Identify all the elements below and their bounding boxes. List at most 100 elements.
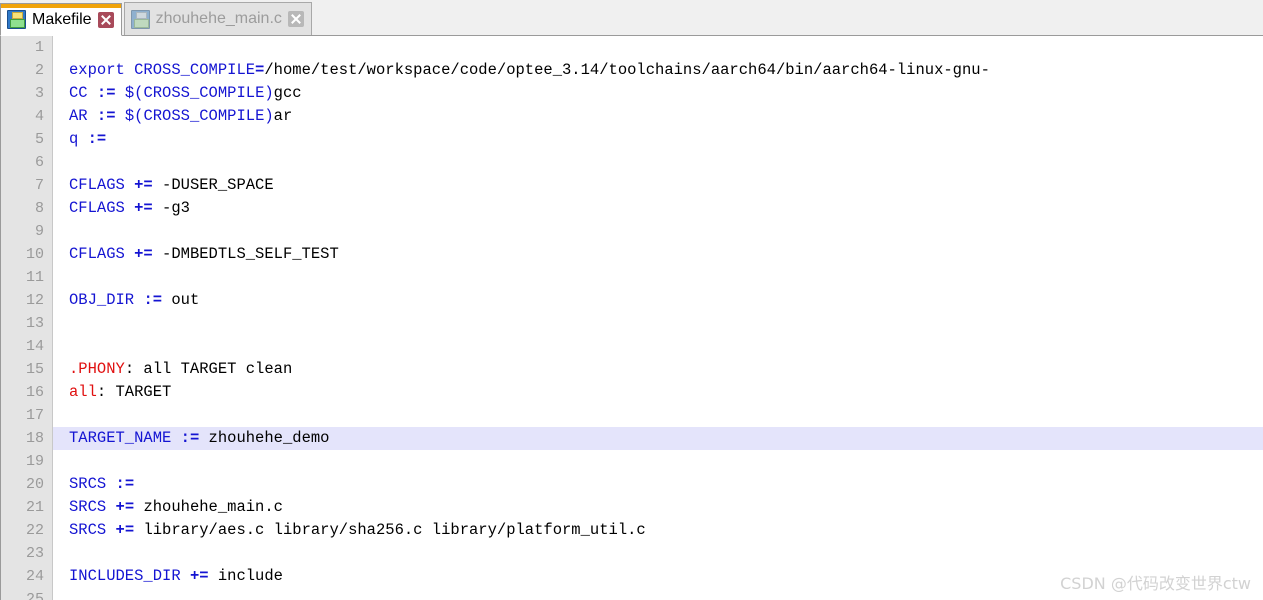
code-line-text[interactable]: CFLAGS += -DMBEDTLS_SELF_TEST: [53, 243, 1263, 266]
code-editor[interactable]: 1 2 export CROSS_COMPILE=/home/test/worksp…: [0, 36, 1263, 600]
line-number: 4: [1, 105, 53, 128]
code-line-text[interactable]: .PHONY: all TARGET clean: [53, 358, 1263, 381]
code-line-text[interactable]: OBJ_DIR := out: [53, 289, 1263, 312]
tab-label: Makefile: [32, 10, 92, 28]
code-line[interactable]: 21 SRCS += zhouhehe_main.c: [1, 496, 1263, 519]
code-line[interactable]: 10 CFLAGS += -DMBEDTLS_SELF_TEST: [1, 243, 1263, 266]
code-line-text[interactable]: all: TARGET: [53, 381, 1263, 404]
code-line[interactable]: 16 all: TARGET: [1, 381, 1263, 404]
code-line[interactable]: 22 SRCS += library/aes.c library/sha256.c…: [1, 519, 1263, 542]
code-line[interactable]: 24 INCLUDES_DIR += include: [1, 565, 1263, 588]
code-token: +=: [115, 498, 135, 516]
code-token: export: [69, 61, 125, 79]
code-line[interactable]: 8 CFLAGS += -g3: [1, 197, 1263, 220]
code-line[interactable]: 17: [1, 404, 1263, 427]
tab-label: zhouhehe_main.c: [155, 10, 282, 27]
code-token: +=: [134, 176, 153, 194]
code-line-text[interactable]: INCLUDES_DIR += include: [53, 565, 1263, 588]
code-line-text[interactable]: q :=: [53, 128, 1263, 151]
line-number: 25: [1, 588, 53, 600]
code-line[interactable]: 11: [1, 266, 1263, 289]
code-line[interactable]: 20 SRCS :=: [1, 473, 1263, 496]
code-lines-container[interactable]: 1 2 export CROSS_COMPILE=/home/test/worksp…: [1, 36, 1263, 600]
code-token: +=: [134, 245, 153, 263]
code-token: OBJ_DIR: [69, 291, 135, 309]
code-token: -DUSER_SPACE: [152, 176, 274, 194]
code-token: +=: [115, 521, 135, 539]
code-line[interactable]: 19: [1, 450, 1263, 473]
line-number: 20: [1, 473, 53, 496]
floppy-shutter: [135, 11, 147, 19]
tab-inactive-1[interactable]: zhouhehe_main.c: [123, 2, 312, 35]
line-number: 17: [1, 404, 53, 427]
code-line[interactable]: 12 OBJ_DIR := out: [1, 289, 1263, 312]
code-token: CROSS_COMPILE: [134, 61, 256, 79]
line-number: 6: [1, 151, 53, 174]
code-line-text[interactable]: SRCS :=: [53, 473, 1263, 496]
code-token: AR: [69, 107, 88, 125]
code-token: +=: [189, 567, 209, 585]
code-line[interactable]: 6: [1, 151, 1263, 174]
code-line[interactable]: 4 AR := $(CROSS_COMPILE)ar: [1, 105, 1263, 128]
code-line[interactable]: 23: [1, 542, 1263, 565]
line-number: 24: [1, 565, 53, 588]
code-line-text[interactable]: TARGET_NAME := zhouhehe_demo: [53, 427, 1263, 450]
code-token: :=: [180, 429, 200, 447]
close-icon[interactable]: [97, 11, 114, 28]
code-line[interactable]: 13: [1, 312, 1263, 335]
code-line-text[interactable]: CFLAGS += -DUSER_SPACE: [53, 174, 1263, 197]
floppy-label: [10, 19, 25, 28]
close-icon[interactable]: [287, 11, 304, 27]
code-token: :=: [87, 130, 107, 148]
code-token: :=: [96, 84, 116, 102]
code-line-text[interactable]: CFLAGS += -g3: [53, 197, 1263, 220]
code-line[interactable]: 5q :=: [1, 128, 1263, 151]
code-token: zhouhehe_main.c: [134, 498, 283, 516]
code-line[interactable]: 14: [1, 335, 1263, 358]
code-token: +=: [134, 199, 153, 217]
code-token: include: [208, 567, 283, 585]
tab-active-0[interactable]: Makefile: [0, 3, 122, 36]
code-line[interactable]: 2 export CROSS_COMPILE=/home/test/workspa…: [1, 59, 1263, 82]
code-token: -g3: [152, 199, 190, 217]
code-line-text[interactable]: export CROSS_COMPILE=/home/test/workspac…: [53, 59, 1263, 82]
code-token: $(CROSS_COMPILE): [124, 84, 274, 102]
code-line-text[interactable]: SRCS += zhouhehe_main.c: [53, 496, 1263, 519]
code-line[interactable]: 18 TARGET_NAME := zhouhehe_demo: [1, 427, 1263, 450]
code-token: library/aes.c library/sha256.c library/p…: [134, 521, 646, 539]
code-line[interactable]: 3 CC := $(CROSS_COMPILE)gcc: [1, 82, 1263, 105]
code-line[interactable]: 25: [1, 588, 1263, 600]
floppy-shutter: [12, 12, 23, 19]
code-token: TARGET_NAME: [69, 429, 172, 447]
code-token: =: [255, 61, 265, 79]
line-number: 14: [1, 335, 53, 358]
code-token: INCLUDES_DIR: [69, 567, 181, 585]
floppy-label: [133, 18, 149, 28]
code-line[interactable]: 1: [1, 36, 1263, 59]
line-number: 12: [1, 289, 53, 312]
code-line[interactable]: 15 .PHONY: all TARGET clean: [1, 358, 1263, 381]
code-line[interactable]: 7 CFLAGS += -DUSER_SPACE: [1, 174, 1263, 197]
line-number: 21: [1, 496, 53, 519]
code-line-text[interactable]: SRCS += library/aes.c library/sha256.c l…: [53, 519, 1263, 542]
code-token: SRCS: [69, 521, 107, 539]
floppy-save-icon: [130, 9, 150, 29]
line-number: 2: [1, 59, 53, 82]
code-line-text[interactable]: CC := $(CROSS_COMPILE)gcc: [53, 82, 1263, 105]
code-line[interactable]: 9: [1, 220, 1263, 243]
code-token: SRCS: [69, 498, 107, 516]
code-token: CFLAGS: [69, 245, 125, 263]
code-token: gcc: [273, 84, 302, 102]
code-token: zhouhehe_demo: [199, 429, 330, 447]
code-token: : all TARGET clean: [124, 360, 293, 378]
code-line-text[interactable]: AR := $(CROSS_COMPILE)ar: [53, 105, 1263, 128]
